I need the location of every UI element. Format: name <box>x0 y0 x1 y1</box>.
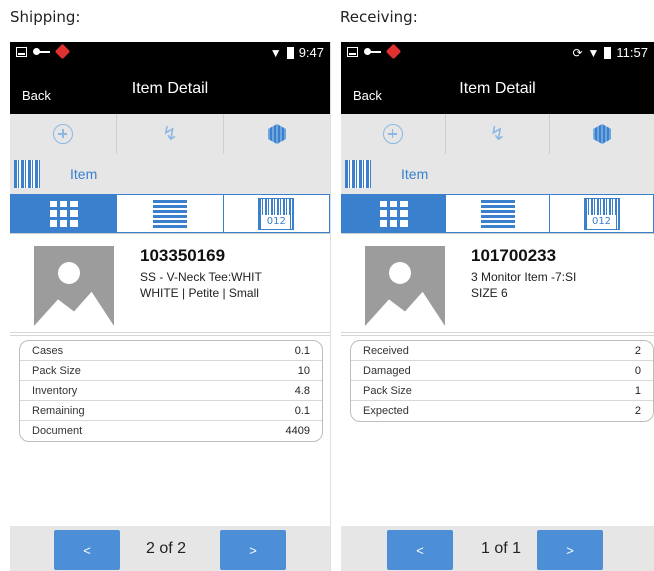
prev-button[interactable]: < <box>387 530 453 570</box>
status-time: 9:47 <box>298 45 324 60</box>
item-header-label: Item <box>70 166 98 182</box>
title-bar: Back Item Detail <box>10 64 330 114</box>
item-detail: 101700233 3 Monitor Item -7:SI SIZE 6 <box>341 234 654 326</box>
lightning-icon: ↯ <box>162 123 178 145</box>
quick-action-button[interactable]: ↯ <box>117 114 224 154</box>
screen-icon <box>16 46 27 57</box>
pager-footer: < 1 of 1 > <box>341 526 654 571</box>
add-circle-icon <box>382 124 403 144</box>
barcode-icon <box>345 160 371 188</box>
quick-action-button[interactable]: ↯ <box>446 114 551 154</box>
grid-icon <box>49 200 78 227</box>
cube-icon <box>593 124 612 144</box>
page-indicator: 2 of 2 <box>146 540 187 557</box>
key-icon <box>33 47 51 57</box>
table-row: Cases 0.1 <box>20 341 322 361</box>
add-button[interactable] <box>341 114 446 154</box>
image-sun-icon <box>389 262 411 284</box>
item-header-label: Item <box>401 166 429 182</box>
grid-icon <box>379 200 408 227</box>
shipping-screen: ▼ 9:47 Back Item Detail ↯ Item 012 10335… <box>10 42 331 571</box>
rotate-icon: ⟳ <box>572 45 583 60</box>
tab-list[interactable] <box>446 194 550 233</box>
action-bar: ↯ <box>10 114 330 154</box>
wifi-icon: ▼ <box>269 45 282 60</box>
image-mountain-icon <box>34 291 114 326</box>
table-row: Expected 2 <box>363 405 641 417</box>
list-icon <box>480 199 515 228</box>
page-title: Item Detail <box>459 80 536 97</box>
screen-icon <box>347 46 358 57</box>
battery-icon <box>604 46 612 59</box>
status-bar: ▼ 9:47 <box>10 42 330 64</box>
item-attributes: WHITE | Petite | Small <box>140 286 259 300</box>
receiving-caption: Receiving: <box>340 8 418 26</box>
table-row: Damaged 0 <box>351 361 653 381</box>
divider <box>341 332 654 333</box>
title-bar: Back Item Detail <box>341 64 654 114</box>
prev-button[interactable]: < <box>54 530 120 570</box>
item-code: 103350169 <box>140 246 226 265</box>
list-icon <box>152 199 187 228</box>
table-row: Pack Size 10 <box>20 361 322 381</box>
receiving-screen: ⟳ ▼ 11:57 Back Item Detail ↯ Item 012 10… <box>341 42 654 571</box>
status-bar: ⟳ ▼ 11:57 <box>341 42 654 64</box>
battery-icon <box>286 46 294 59</box>
item-attributes: SIZE 6 <box>471 286 508 300</box>
add-button[interactable] <box>10 114 117 154</box>
barcode-icon <box>14 160 40 188</box>
image-sun-icon <box>58 262 80 284</box>
item-description: 3 Monitor Item -7:SI <box>471 270 577 284</box>
alert-icon <box>385 43 402 60</box>
tab-list[interactable] <box>117 194 224 233</box>
tab-barcode[interactable]: 012 <box>223 194 330 233</box>
divider <box>10 332 330 333</box>
item-info-table: Received 2 Damaged 0 Pack Size 1 Expected 2 <box>350 340 654 422</box>
image-mountain-icon <box>365 291 445 326</box>
wifi-icon: ▼ <box>587 45 600 60</box>
divider <box>341 335 654 336</box>
barcode-icon: 012 <box>258 197 295 230</box>
tab-barcode[interactable]: 012 <box>550 194 654 233</box>
table-row: Received 2 <box>351 341 653 361</box>
next-button[interactable]: > <box>537 530 603 570</box>
table-row: Document 4409 <box>32 425 310 437</box>
alert-icon <box>54 43 71 60</box>
shipping-caption: Shipping: <box>10 8 81 26</box>
page-title: Item Detail <box>131 80 209 97</box>
lightning-icon: ↯ <box>489 123 506 145</box>
view-tabs: 012 <box>341 194 654 234</box>
item-image-placeholder <box>365 246 445 326</box>
item-description: SS - V-Neck Tee:WHIT <box>140 270 262 284</box>
next-button[interactable]: > <box>220 530 286 570</box>
key-icon <box>364 47 382 57</box>
item-header: Item <box>10 154 330 194</box>
pack-button[interactable] <box>550 114 654 154</box>
page-indicator: 1 of 1 <box>481 540 522 557</box>
item-header: Item <box>341 154 654 194</box>
pack-button[interactable] <box>224 114 330 154</box>
item-code: 101700233 <box>471 246 557 265</box>
view-tabs: 012 <box>10 194 330 234</box>
item-info-table: Cases 0.1 Pack Size 10 Inventory 4.8 Remain… <box>19 340 323 442</box>
action-bar: ↯ <box>341 114 654 154</box>
barcode-icon: 012 <box>583 197 620 230</box>
cube-icon <box>268 124 286 144</box>
tab-grid[interactable] <box>341 194 446 233</box>
add-circle-icon <box>53 124 73 144</box>
status-time: 11:57 <box>616 45 648 60</box>
table-row: Remaining 0.1 <box>20 401 322 421</box>
item-detail: 103350169 SS - V-Neck Tee:WHIT WHITE | P… <box>10 234 330 326</box>
table-row: Pack Size 1 <box>351 381 653 401</box>
tab-grid[interactable] <box>10 194 118 233</box>
item-image-placeholder <box>34 246 114 326</box>
divider <box>10 335 330 336</box>
pager-footer: < 2 of 2 > <box>10 526 330 571</box>
table-row: Inventory 4.8 <box>20 381 322 401</box>
